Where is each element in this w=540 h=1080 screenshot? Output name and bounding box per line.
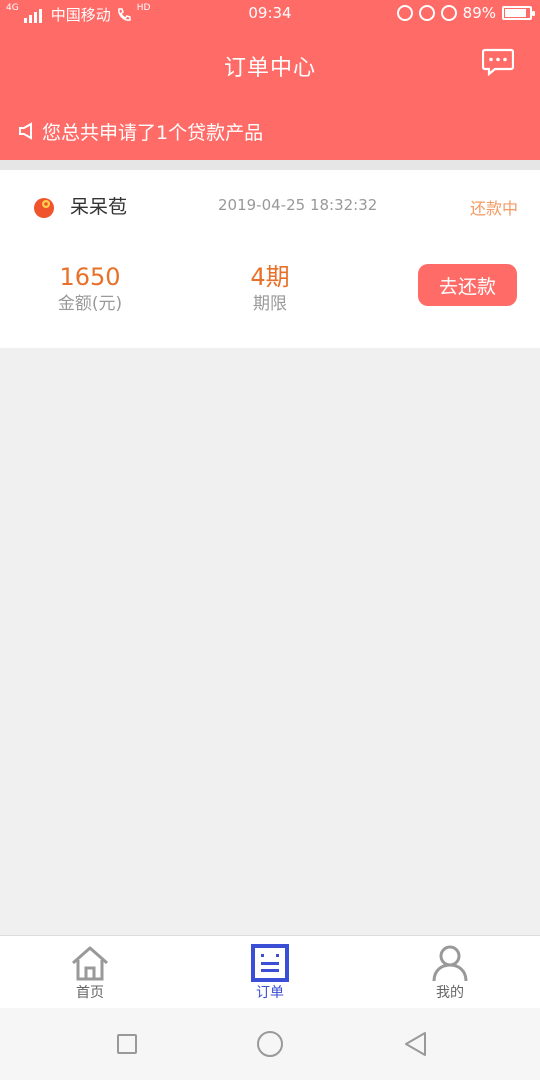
amount-value: 1650 [59, 263, 121, 291]
amount-label: 金额(元) [57, 294, 123, 314]
product-name: 呆呆苞 [70, 196, 128, 218]
tab-mine[interactable]: 我的 [360, 936, 540, 1008]
term-label: 期限 [253, 294, 287, 314]
order-time: 2019-04-25 18:32:32 [218, 196, 378, 214]
page-title: 订单中心 [223, 56, 316, 81]
tab-order[interactable]: 订单 [180, 936, 360, 1008]
back-triangle-icon[interactable] [402, 1030, 428, 1058]
status-bar: 4G 中国移动 HD 09:34 89% [0, 0, 540, 28]
tab-mine-label: 我的 [436, 985, 464, 1001]
notice-text: 您总共申请了1个贷款产品 [42, 121, 264, 144]
chat-bubble-icon[interactable] [482, 48, 514, 76]
battery-icon [502, 6, 535, 20]
tab-home[interactable]: 首页 [0, 936, 180, 1008]
tab-order-label: 订单 [256, 985, 284, 1001]
tab-home-label: 首页 [76, 985, 104, 1001]
vibrate-icon [396, 5, 413, 21]
system-nav-bar [0, 1008, 540, 1080]
recents-square-icon[interactable] [117, 1034, 137, 1054]
order-card[interactable]: 呆呆苞 2019-04-25 18:32:32 还款中 1650 金额(元) 4… [0, 170, 540, 348]
user-icon [432, 945, 468, 982]
app-header: 订单中心 [0, 28, 540, 102]
amount-metric: 1650 金额(元) [20, 262, 160, 316]
rotation-lock-icon [418, 5, 435, 21]
status-right: 89% [396, 4, 535, 22]
speaker-icon [19, 122, 32, 140]
product-logo-icon [34, 198, 54, 218]
home-circle-icon[interactable] [257, 1031, 283, 1057]
order-status: 还款中 [469, 199, 518, 218]
home-icon [72, 946, 108, 981]
bottom-tab-bar: 首页 订单 我的 [0, 935, 540, 1008]
order-icon [251, 944, 289, 982]
alarm-icon [440, 5, 457, 21]
separator [0, 160, 540, 170]
battery-fill [505, 9, 527, 17]
repay-button[interactable]: 去还款 [418, 264, 517, 306]
battery-percent: 89% [462, 4, 496, 22]
term-value: 4期 [250, 263, 290, 291]
term-metric: 4期 期限 [200, 262, 340, 316]
notice-bar: 您总共申请了1个贷款产品 [0, 102, 540, 160]
